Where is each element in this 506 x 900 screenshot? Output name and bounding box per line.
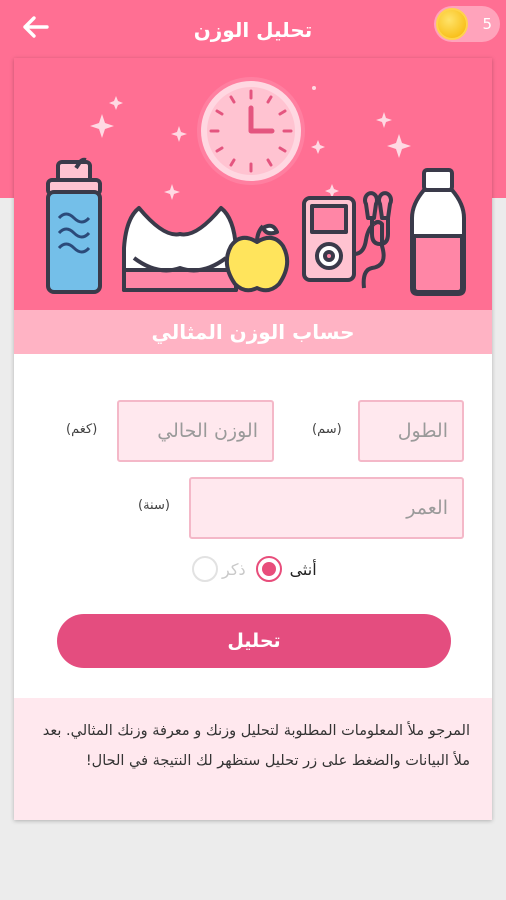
gender-radio-group: ذكر أنثى xyxy=(192,553,317,585)
coin-count: 5 xyxy=(482,15,492,33)
form-card: حساب الوزن المثالي (سم) (كغم) (سنة) ذكر … xyxy=(14,58,492,820)
weight-input[interactable] xyxy=(117,400,274,462)
illustration-banner xyxy=(14,58,492,310)
music-player-icon xyxy=(302,191,393,289)
section-title: حساب الوزن المثالي xyxy=(14,310,492,354)
male-radio[interactable] xyxy=(192,556,218,582)
water-bottle-icon xyxy=(46,157,102,294)
info-text: المرجو ملأ المعلومات المطلوبة لتحليل وزن… xyxy=(42,723,470,769)
height-input[interactable] xyxy=(358,400,464,462)
age-input[interactable] xyxy=(189,477,464,539)
page-title: تحليل الوزن xyxy=(193,18,313,42)
top-app-bar: تحليل الوزن 5 xyxy=(0,0,506,58)
female-label[interactable]: أنثى xyxy=(290,560,317,579)
coin-icon xyxy=(436,8,468,40)
clock-icon xyxy=(197,77,305,185)
analyze-button[interactable]: تحليل xyxy=(57,614,451,668)
female-radio[interactable] xyxy=(255,556,282,582)
sports-bra-icon xyxy=(122,206,238,292)
radio-selected-dot xyxy=(261,562,276,576)
male-label[interactable]: ذكر xyxy=(222,560,246,579)
coin-balance[interactable]: 5 xyxy=(434,6,500,42)
height-unit: (سم) xyxy=(312,422,342,437)
age-unit: (سنة) xyxy=(138,498,170,513)
info-box: المرجو ملأ المعلومات المطلوبة لتحليل وزن… xyxy=(14,698,492,820)
milk-bottle-icon xyxy=(410,168,466,296)
weight-unit: (كغم) xyxy=(66,422,98,437)
